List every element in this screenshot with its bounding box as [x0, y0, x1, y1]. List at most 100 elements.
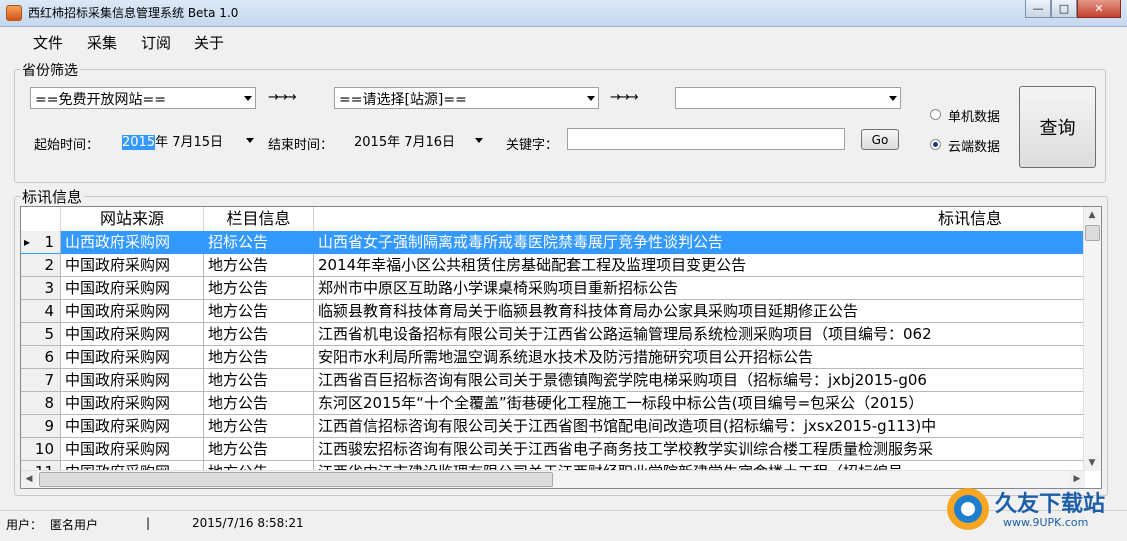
cell-source[interactable]: 中国政府采购网	[61, 346, 204, 369]
cell-info[interactable]: 郑州市中原区互助路小学课桌椅采购项目重新招标公告	[314, 277, 1085, 300]
table-row[interactable]: 8 中国政府采购网 地方公告 东河区2015年“十个全覆盖”街巷硬化工程施工一标段中标…	[21, 392, 1085, 415]
menu-about[interactable]: 关于	[194, 32, 224, 53]
table-row[interactable]: 7 中国政府采购网 地方公告 江西省百巨招标咨询有限公司关于景德镇陶瓷学院电梯采购项目…	[21, 369, 1085, 392]
cell-column[interactable]: 地方公告	[204, 300, 314, 323]
cell-info[interactable]: 江西骏宏招标咨询有限公司关于江西省电子商务技工学校教学实训综合楼工程质量检测服务…	[314, 438, 1085, 461]
scroll-up-icon[interactable]: ▲	[1084, 207, 1100, 223]
site-type-combo-value: ==免费开放网站==	[35, 92, 166, 108]
column-header-info[interactable]: 标讯信息	[314, 207, 1085, 231]
local-data-radio[interactable]	[930, 109, 941, 120]
table-row[interactable]: 10 中国政府采购网 地方公告 江西骏宏招标咨询有限公司关于江西省电子商务技工学校教学…	[21, 438, 1085, 461]
site-source-combo[interactable]: ==请选择[站源]==	[334, 87, 599, 109]
cell-info[interactable]: 江西省百巨招标咨询有限公司关于景德镇陶瓷学院电梯采购项目（招标编号：jxbj20…	[314, 369, 1085, 392]
row-number[interactable]: 9	[21, 415, 61, 438]
menu-file[interactable]: 文件	[33, 32, 63, 53]
row-number[interactable]: 2	[21, 254, 61, 277]
cell-info[interactable]: 安阳市水利局所需地温空调系统退水技术及防污措施研究项目公开招标公告	[314, 346, 1085, 369]
cell-column[interactable]: 地方公告	[204, 254, 314, 277]
cell-info[interactable]: 江西首信招标咨询有限公司关于江西省图书馆配电间改造项目(招标编号：jxsx201…	[314, 415, 1085, 438]
cell-source[interactable]: 山西政府采购网	[61, 231, 204, 254]
vertical-scroll-thumb[interactable]	[1085, 225, 1100, 241]
cell-column[interactable]: 地方公告	[204, 369, 314, 392]
end-date-picker[interactable]: 2015年 7月16日	[350, 128, 486, 152]
cell-info[interactable]: 2014年幸福小区公共租赁住房基础配套工程及监理项目变更公告	[314, 254, 1085, 277]
status-user-label: 用户：	[6, 518, 43, 532]
menu-collect[interactable]: 采集	[87, 32, 117, 53]
cell-source[interactable]: 中国政府采购网	[61, 369, 204, 392]
watermark-url: www.9UPK.com	[1003, 516, 1089, 529]
column-header-source[interactable]: 网站来源	[61, 207, 204, 231]
table-row[interactable]: 9 中国政府采购网 地方公告 江西首信招标咨询有限公司关于江西省图书馆配电间改造项目(…	[21, 415, 1085, 438]
menu-bar: 文件 采集 订阅 关于	[0, 27, 1127, 55]
cell-info[interactable]: 东河区2015年“十个全覆盖”街巷硬化工程施工一标段中标公告(项目编号=包采公（…	[314, 392, 1085, 415]
table-row[interactable]: 3 中国政府采购网 地方公告 郑州市中原区互助路小学课桌椅采购项目重新招标公告	[21, 277, 1085, 300]
chevron-down-icon	[475, 138, 483, 143]
grid-header: 网站来源 栏目信息 标讯信息	[21, 207, 1085, 232]
row-number[interactable]: 7	[21, 369, 61, 392]
maximize-button[interactable]: □	[1051, 0, 1077, 18]
cell-column[interactable]: 地方公告	[204, 438, 314, 461]
minimize-button[interactable]: —	[1025, 0, 1051, 18]
cell-column[interactable]: 地方公告	[204, 346, 314, 369]
row-number[interactable]: 10	[21, 438, 61, 461]
watermark-logo-icon	[947, 488, 989, 530]
status-datetime: 2015/7/16 8:58:21	[192, 516, 304, 530]
cloud-data-label: 云端数据	[948, 140, 1001, 155]
local-data-label: 单机数据	[948, 110, 1001, 125]
cell-source[interactable]: 中国政府采购网	[61, 300, 204, 323]
cell-column[interactable]: 地方公告	[204, 323, 314, 346]
row-number[interactable]: 8	[21, 392, 61, 415]
row-number[interactable]: 4	[21, 300, 61, 323]
menu-subscribe[interactable]: 订阅	[141, 32, 171, 53]
vertical-scrollbar[interactable]: ▲ ▼	[1083, 207, 1101, 471]
query-button[interactable]: 查询	[1019, 86, 1096, 168]
cell-source[interactable]: 中国政府采购网	[61, 392, 204, 415]
table-row[interactable]: 2 中国政府采购网 地方公告 2014年幸福小区公共租赁住房基础配套工程及监理项目变更…	[21, 254, 1085, 277]
table-row[interactable]: 4 中国政府采购网 地方公告 临颍县教育科技体育局关于临颍县教育科技体育局办公家具采购…	[21, 300, 1085, 323]
close-button[interactable]: ✕	[1077, 0, 1121, 18]
row-number[interactable]: 5	[21, 323, 61, 346]
end-time-label: 结束时间：	[268, 138, 334, 153]
cell-source[interactable]: 中国政府采购网	[61, 254, 204, 277]
cell-source[interactable]: 中国政府采购网	[61, 415, 204, 438]
cell-source[interactable]: 中国政府采购网	[61, 438, 204, 461]
horizontal-scroll-thumb[interactable]	[39, 472, 553, 487]
keyword-input[interactable]	[567, 128, 845, 150]
results-grid: 网站来源 栏目信息 标讯信息 ▸ 1 山西政府采购网 招标公告 山西省女子强制隔离戒毒所…	[20, 206, 1102, 489]
start-date-rest: 年 7月15日	[155, 135, 224, 150]
scroll-down-icon[interactable]: ▼	[1084, 455, 1100, 471]
row-number[interactable]: 3	[21, 277, 61, 300]
cell-info[interactable]: 临颍县教育科技体育局关于临颍县教育科技体育局办公家具采购项目延期修正公告	[314, 300, 1085, 323]
cell-column[interactable]: 地方公告	[204, 415, 314, 438]
cell-column[interactable]: 招标公告	[204, 231, 314, 254]
site-source-combo-value: ==请选择[站源]==	[339, 92, 467, 108]
start-date-year: 2015	[122, 135, 156, 150]
app-icon	[6, 5, 22, 21]
cloud-data-radio[interactable]	[930, 139, 941, 150]
chevron-down-icon	[587, 96, 595, 101]
scroll-left-icon[interactable]: ◀	[21, 471, 37, 487]
column-header-column[interactable]: 栏目信息	[204, 207, 314, 231]
cell-info[interactable]: 江西省机电设备招标有限公司关于江西省公路运输管理局系统检测采购项目（项目编号：0…	[314, 323, 1085, 346]
title-bar: 西红柿招标采集信息管理系统 Beta 1.0 — □ ✕	[0, 0, 1127, 27]
cell-source[interactable]: 中国政府采购网	[61, 323, 204, 346]
cell-column[interactable]: 地方公告	[204, 277, 314, 300]
cell-column[interactable]: 地方公告	[204, 392, 314, 415]
row-number[interactable]: 6	[21, 346, 61, 369]
current-row-indicator-icon: ▸	[24, 235, 31, 249]
arrow-icon: →→→	[268, 90, 297, 105]
start-date-picker[interactable]: 2015年 7月15日	[118, 128, 257, 152]
horizontal-scrollbar[interactable]: ◀ ▶	[21, 470, 1085, 488]
go-button[interactable]: Go	[861, 129, 899, 150]
row-number[interactable]: ▸ 1	[21, 231, 61, 254]
end-date-value: 2015年 7月16日	[354, 135, 456, 150]
table-row[interactable]: ▸ 1 山西政府采购网 招标公告 山西省女子强制隔离戒毒所戒毒医院禁毒展厅竞争性谈判公告	[21, 231, 1085, 254]
table-row[interactable]: 6 中国政府采购网 地方公告 安阳市水利局所需地温空调系统退水技术及防污措施研究项目公…	[21, 346, 1085, 369]
table-row[interactable]: 5 中国政府采购网 地方公告 江西省机电设备招标有限公司关于江西省公路运输管理局系统检…	[21, 323, 1085, 346]
site-combo[interactable]	[675, 87, 901, 109]
cell-source[interactable]: 中国政府采购网	[61, 277, 204, 300]
site-type-combo[interactable]: ==免费开放网站==	[30, 87, 256, 109]
results-group-label: 标讯信息	[20, 186, 85, 207]
chevron-down-icon	[244, 96, 252, 101]
cell-info[interactable]: 山西省女子强制隔离戒毒所戒毒医院禁毒展厅竞争性谈判公告	[314, 231, 1085, 254]
